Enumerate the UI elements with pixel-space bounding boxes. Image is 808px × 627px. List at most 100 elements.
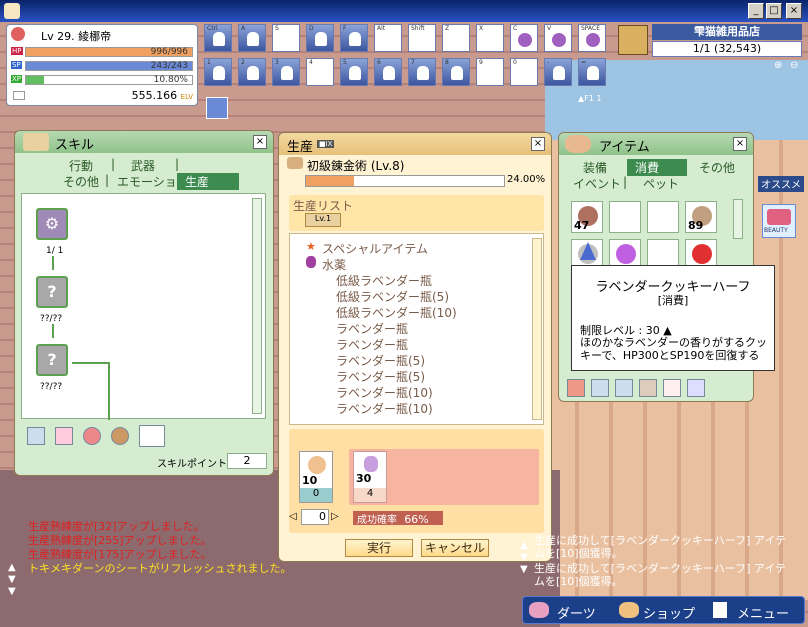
maximize-button[interactable]: □ xyxy=(766,3,782,19)
close-production-panel-button[interactable]: × xyxy=(531,137,545,151)
shop-button[interactable]: ショップ xyxy=(643,603,695,622)
quantity-decrease-arrow[interactable]: ◁ xyxy=(289,511,297,522)
item-tab-equip[interactable]: 装備 xyxy=(583,159,607,176)
recipe-list-scrollbar[interactable] xyxy=(532,238,542,420)
recipe-item[interactable]: ラベンダー瓶 xyxy=(336,320,408,337)
recipe-item[interactable]: 低級ラベンダー瓶(5) xyxy=(336,288,449,305)
potion-icon[interactable] xyxy=(139,425,165,447)
item-slot[interactable]: 47 xyxy=(571,201,603,233)
target-icon[interactable] xyxy=(83,427,101,445)
hotkey-slot[interactable]: 0 xyxy=(510,58,538,86)
hotkey-slot[interactable]: Z xyxy=(442,24,470,52)
run-button[interactable]: 実行 xyxy=(345,539,413,557)
sword-icon[interactable] xyxy=(27,427,45,445)
skill-tree-scrollbar[interactable] xyxy=(252,198,262,414)
close-skill-panel-button[interactable]: × xyxy=(253,135,267,149)
category-potion[interactable]: 水薬 xyxy=(322,256,346,273)
menu-button[interactable]: メニュー xyxy=(737,603,789,622)
item-scrollbar[interactable] xyxy=(733,199,743,239)
hotkey-slot[interactable]: 6 xyxy=(374,58,402,86)
hotkey-slot[interactable]: 1 xyxy=(204,58,232,86)
close-item-panel-button[interactable]: × xyxy=(733,137,747,151)
hotkey-label: C xyxy=(513,25,518,32)
hotkey-slot[interactable]: C xyxy=(510,24,538,52)
hotkey-page[interactable]: ▲F1 1 xyxy=(578,94,601,103)
hotkey-slot[interactable]: F xyxy=(340,24,368,52)
cancel-button[interactable]: キャンセル xyxy=(421,539,489,557)
quantity-increase-arrow[interactable]: ▷ xyxy=(331,511,339,522)
item-slot[interactable] xyxy=(647,201,679,233)
quantity-input[interactable]: 0 xyxy=(301,509,329,525)
darts-button[interactable]: ダーツ xyxy=(557,603,596,622)
beauty-button[interactable]: BEAUTY xyxy=(762,204,796,238)
material-slot[interactable]: 10 0 xyxy=(299,451,333,503)
buff-icon[interactable] xyxy=(206,97,228,119)
recipe-item[interactable]: ラベンダー瓶 xyxy=(336,336,408,353)
skill-tab-action[interactable]: 行動 xyxy=(69,157,93,174)
staff-icon[interactable] xyxy=(687,379,705,397)
hotkey-slot[interactable]: Shift xyxy=(408,24,436,52)
zoom-in-icon[interactable]: ⊕ xyxy=(774,60,782,71)
crossed-weapons-icon[interactable] xyxy=(639,379,657,397)
item-panel-header[interactable]: アイテム × xyxy=(559,133,753,155)
zoom-out-icon[interactable]: ⊖ xyxy=(790,60,798,71)
hotkey-slot[interactable]: 4 xyxy=(306,58,334,86)
skill-tab-weapon[interactable]: 武器 xyxy=(131,157,155,174)
system-log-scroll-arrows[interactable]: ▲ ▼ ▼ xyxy=(520,540,528,576)
item-slot[interactable] xyxy=(609,201,641,233)
item-tab-event[interactable]: イベント xyxy=(573,175,621,192)
hotkey-slot[interactable]: X xyxy=(476,24,504,52)
hotkey-slot[interactable]: D xyxy=(306,24,334,52)
level-filter-tag[interactable]: Lv.1 xyxy=(305,213,341,227)
character-icon[interactable] xyxy=(11,27,25,41)
item-tab-other[interactable]: その他 xyxy=(699,159,735,176)
skill-node-gear[interactable]: ⚙ xyxy=(36,208,68,240)
skill-node-unknown[interactable]: ? xyxy=(36,344,68,376)
recipe-item[interactable]: 低級ラベンダー瓶(10) xyxy=(336,304,457,321)
close-window-button[interactable]: × xyxy=(786,3,802,19)
recipe-item[interactable]: 低級ラベンダー瓶 xyxy=(336,272,432,289)
hotkey-label: 1 xyxy=(207,59,211,66)
bread-icon[interactable] xyxy=(111,427,129,445)
hotkey-slot[interactable]: Ctrl xyxy=(204,24,232,52)
hotkey-slot[interactable]: 2 xyxy=(238,58,266,86)
star-icon: ★ xyxy=(306,240,316,253)
hotkey-slot[interactable]: 9 xyxy=(476,58,504,86)
result-slot[interactable]: 30 4 xyxy=(353,451,387,503)
hotkey-slot[interactable]: 8 xyxy=(442,58,470,86)
cross-icon[interactable] xyxy=(55,427,73,445)
shop-window-icon[interactable] xyxy=(618,25,648,55)
item-quick-icons xyxy=(565,377,745,399)
skill-tab-other[interactable]: その他 xyxy=(63,173,99,190)
hotkey-slot[interactable]: V xyxy=(544,24,572,52)
recipe-item[interactable]: ラベンダー瓶(10) xyxy=(336,384,433,401)
skill-node-unknown[interactable]: ? xyxy=(36,276,68,308)
hotkey-slot[interactable]: - xyxy=(544,58,572,86)
recipe-item[interactable]: ラベンダー瓶(10) xyxy=(336,400,433,417)
skill-tab-production[interactable]: 生産 xyxy=(177,173,239,190)
wand-icon[interactable] xyxy=(615,379,633,397)
item-slot[interactable]: 89 xyxy=(685,201,717,233)
chat-scroll-arrows[interactable]: ▲ ▼ ▼ xyxy=(8,562,16,598)
hotkey-slot[interactable]: 3 xyxy=(272,58,300,86)
category-special[interactable]: スペシャルアイテム xyxy=(322,240,428,257)
hotkey-slot[interactable]: Alt xyxy=(374,24,402,52)
item-tab-consume[interactable]: 消費 xyxy=(627,159,687,176)
recipe-item[interactable]: ラベンダー瓶(5) xyxy=(336,352,425,369)
pet-icon[interactable] xyxy=(663,379,681,397)
cake-icon[interactable] xyxy=(567,379,585,397)
hotkey-slot[interactable]: = xyxy=(578,58,606,86)
shop-panel: 雫猫雑用品店 1/1 (32,543) xyxy=(652,24,802,58)
hotkey-slot[interactable]: SPACE xyxy=(578,24,606,52)
hotkey-slot[interactable]: 5 xyxy=(340,58,368,86)
hotkey-slot[interactable]: 7 xyxy=(408,58,436,86)
skill-panel-header[interactable]: スキル × xyxy=(15,131,273,153)
hotkey-slot[interactable]: S xyxy=(272,24,300,52)
production-panel-header[interactable]: 生産 ■IX × xyxy=(279,133,551,155)
item-tab-pet[interactable]: ペット xyxy=(643,175,679,192)
minimize-button[interactable]: _ xyxy=(748,3,764,19)
mail-icon[interactable] xyxy=(13,91,25,100)
dagger-icon[interactable] xyxy=(591,379,609,397)
recipe-item[interactable]: ラベンダー瓶(5) xyxy=(336,368,425,385)
hotkey-slot[interactable]: A xyxy=(238,24,266,52)
